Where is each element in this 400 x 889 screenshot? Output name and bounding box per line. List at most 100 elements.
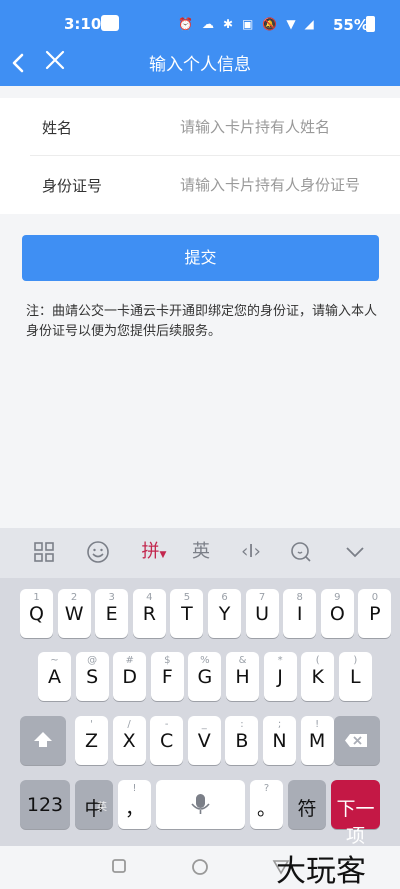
key-v[interactable]: _ V — [187, 716, 221, 765]
key-label: J — [277, 666, 283, 688]
key-hint: : — [240, 719, 244, 730]
numbers-key[interactable]: 123 — [20, 780, 70, 829]
key-label: R — [142, 603, 156, 625]
key-hint: * — [277, 655, 283, 666]
back-button[interactable] — [8, 50, 30, 76]
key-hint: 2 — [70, 592, 78, 603]
key-q[interactable]: 1Q — [20, 589, 53, 638]
key-y[interactable]: 6Y — [208, 589, 241, 638]
key-label: Q — [29, 603, 44, 625]
shift-key[interactable] — [20, 716, 66, 765]
key-label: T — [181, 603, 193, 625]
square-icon — [112, 859, 126, 873]
alarm-icon: ⏰ — [178, 17, 193, 31]
name-field[interactable] — [180, 113, 376, 141]
key-a[interactable]: ~ A — [38, 652, 71, 701]
grid-menu-icon[interactable] — [24, 539, 64, 565]
key-p[interactable]: 0P — [358, 589, 392, 638]
key-hint: 8 — [296, 592, 303, 603]
key-n[interactable]: ; N — [263, 716, 296, 765]
signal-4g-icon: ◢ — [304, 17, 314, 31]
submit-button[interactable]: 提交 — [22, 235, 379, 281]
recents-button[interactable] — [111, 858, 127, 878]
app-notification-icon — [101, 15, 119, 31]
key-label: G — [197, 666, 213, 688]
collapse-keyboard-icon[interactable] — [335, 539, 375, 565]
key-label: Z — [84, 730, 99, 752]
pinyin-label: 拼 — [141, 541, 160, 562]
key-label: 123 — [26, 794, 64, 816]
key-label: H — [235, 666, 250, 688]
key-g[interactable]: % G — [188, 652, 222, 701]
key-b[interactable]: :B — [225, 716, 259, 765]
key-hint: ; — [277, 719, 282, 730]
key-e[interactable]: 3E — [95, 589, 129, 638]
cursor-edit-icon[interactable]: ‹I› — [231, 539, 271, 565]
key-hint: 英 — [97, 802, 107, 813]
wifi-icon: ▼ — [286, 17, 296, 31]
id-number-field[interactable] — [180, 171, 376, 199]
delete-key[interactable] — [334, 716, 380, 765]
notice-text: 注：曲靖公交一卡通云卡开通即绑定您的身份证，请输入本人身份证号以便为您提供后续服… — [26, 304, 378, 339]
key-d[interactable]: # D — [113, 652, 147, 701]
backspace-icon — [345, 734, 367, 747]
key-u[interactable]: 7U — [245, 589, 279, 638]
space-key[interactable] — [156, 780, 245, 829]
close-button[interactable] — [42, 48, 68, 74]
symbols-key[interactable]: 符 — [288, 780, 326, 829]
key-l[interactable]: ) L — [338, 652, 372, 701]
close-icon — [45, 50, 65, 70]
key-label: K — [311, 666, 324, 688]
key-hint: ) — [353, 655, 358, 666]
home-button[interactable] — [191, 858, 209, 880]
key-hint: ? — [263, 783, 270, 794]
key-label: U — [255, 603, 270, 625]
key-w[interactable]: 2W — [57, 589, 91, 638]
key-hint: $ — [164, 655, 171, 666]
key-x[interactable]: / X — [112, 716, 146, 765]
key-f[interactable]: $ F — [150, 652, 184, 701]
next-field-key[interactable]: 下一项 — [331, 780, 380, 847]
status-icons: ⏰ ☁ ✱ ▣ 🔕 ▼ ◢ — [178, 15, 314, 33]
key-label: W — [64, 603, 84, 625]
key-r[interactable]: 4R — [132, 589, 166, 638]
battery-percent: 55% — [333, 16, 369, 34]
key-m[interactable]: ! M — [300, 716, 334, 765]
key-label: P — [369, 603, 381, 625]
key-label: E — [105, 603, 118, 625]
key-j[interactable]: * J — [263, 652, 297, 701]
period-key[interactable]: ?。 — [250, 780, 283, 829]
key-hint: ! — [315, 719, 320, 730]
chinese-english-switch-key[interactable]: 中英 — [75, 780, 113, 829]
english-mode-button[interactable]: 英 — [181, 539, 221, 565]
key-o[interactable]: 9O — [320, 589, 354, 638]
key-i[interactable]: 8I — [283, 589, 317, 638]
key-hint: / — [127, 719, 131, 730]
emoji-icon[interactable] — [78, 539, 118, 565]
pinyin-mode-button[interactable]: 拼▼ — [132, 539, 176, 565]
key-k[interactable]: (K — [301, 652, 335, 701]
key-label: V — [197, 730, 211, 752]
nav-bar: 输入个人信息 — [0, 48, 400, 86]
key-t[interactable]: 5T — [170, 589, 204, 638]
key-hint: % — [200, 655, 210, 666]
key-label: D — [122, 666, 137, 688]
key-hint: 4 — [146, 592, 153, 603]
key-label: S — [86, 666, 99, 688]
status-time: 3:10 — [64, 15, 102, 33]
key-hint: _ — [201, 719, 207, 730]
key-hint: 9 — [334, 592, 341, 603]
search-icon[interactable] — [281, 539, 321, 565]
key-z[interactable]: ' Z — [75, 716, 108, 765]
bluetooth-icon: ✱ — [222, 17, 234, 31]
key-hint: 6 — [221, 592, 228, 603]
key-hint: ' — [90, 719, 93, 730]
shift-icon — [34, 732, 52, 747]
microphone-icon — [191, 794, 210, 814]
comma-key[interactable]: !， — [118, 780, 151, 829]
key-h[interactable]: & H — [226, 652, 259, 701]
key-c[interactable]: -C — [150, 716, 184, 765]
key-s[interactable]: @ S — [75, 652, 109, 701]
name-row: 姓名 — [30, 98, 400, 156]
key-label: X — [122, 730, 136, 752]
